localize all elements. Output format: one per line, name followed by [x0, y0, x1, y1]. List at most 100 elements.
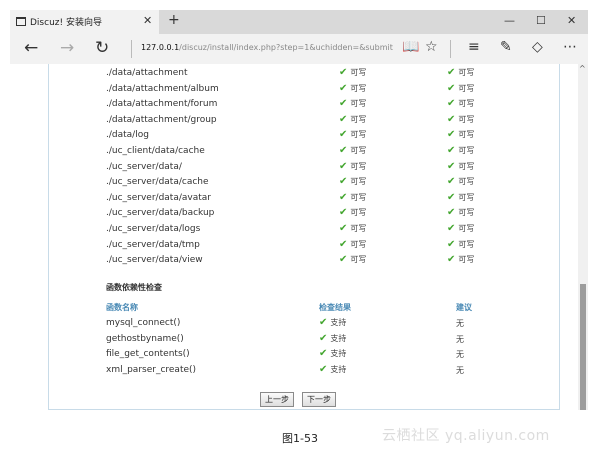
required-status-text: 可写 — [458, 177, 475, 187]
directory-path: ./uc_server/data/view — [106, 255, 203, 266]
check-icon: ✔ — [447, 207, 456, 219]
hub-icon[interactable]: ≡ — [468, 39, 480, 55]
current-status: ✔ 可写 — [339, 161, 366, 172]
check-icon: ✔ — [339, 82, 348, 94]
function-result-text: 支持 — [330, 364, 347, 374]
check-icon: ✔ — [339, 223, 348, 234]
share-icon[interactable]: ◇ — [532, 39, 543, 55]
check-icon: ✔ — [447, 238, 456, 250]
scroll-up-icon[interactable]: ^ — [579, 64, 586, 73]
directory-path: ./uc_server/data/tmp — [106, 239, 200, 250]
web-note-icon[interactable]: ✎ — [500, 39, 512, 55]
function-advice: 无 — [456, 319, 464, 328]
current-status: ✔ 可写 — [339, 176, 366, 187]
required-status-text: 可写 — [458, 239, 475, 249]
current-status-text: 可写 — [350, 68, 367, 77]
required-status-text: 可写 — [458, 208, 475, 218]
required-status: ✔ 可写 — [447, 239, 474, 250]
required-status: ✔ 可写 — [447, 192, 474, 203]
prev-step-button[interactable]: 上一步 — [260, 392, 294, 407]
function-name: xml_parser_create() — [106, 364, 197, 375]
check-icon: ✔ — [339, 191, 348, 203]
directory-path: ./data/log — [106, 130, 149, 141]
function-name: mysql_connect() — [106, 318, 181, 328]
check-icon: ✔ — [319, 332, 328, 344]
directory-path: ./data/attachment — [106, 68, 188, 78]
forward-arrow-icon[interactable]: → — [60, 38, 74, 58]
directory-row: ./uc_client/data/cache ✔ 可写 ✔ 可写 — [49, 145, 559, 160]
maximize-icon[interactable]: ☐ — [536, 14, 546, 27]
required-status-text: 可写 — [458, 224, 475, 233]
required-status: ✔ 可写 — [447, 129, 474, 140]
required-status: ✔ 可写 — [447, 67, 474, 78]
current-status: ✔ 可写 — [339, 207, 366, 218]
directory-row: ./uc_server/data/tmp ✔ 可写 ✔ 可写 — [49, 239, 559, 254]
directory-row: ./uc_server/data/avatar ✔ 可写 ✔ 可写 — [49, 192, 559, 207]
function-row: gethostbyname() ✔ 支持 无 — [49, 333, 559, 348]
current-status-text: 可写 — [350, 208, 367, 218]
tab-title: Discuz! 安装向导 — [30, 18, 102, 28]
check-icon: ✔ — [339, 254, 348, 266]
current-status: ✔ 可写 — [339, 114, 366, 125]
page-viewport: ./data/attachment ✔ 可写 ✔ 可写 ./data/attachment… — [10, 64, 588, 410]
toolbar-separator — [450, 40, 451, 58]
check-icon: ✔ — [447, 223, 456, 234]
favorite-star-icon[interactable]: ☆ — [425, 39, 438, 55]
required-status-text: 可写 — [458, 146, 475, 155]
check-icon: ✔ — [447, 160, 456, 172]
more-icon[interactable]: ⋯ — [563, 39, 577, 55]
current-status-text: 可写 — [350, 114, 367, 124]
scroll-thumb[interactable] — [580, 284, 586, 410]
directory-path: ./uc_server/data/cache — [106, 177, 209, 188]
function-advice: 无 — [456, 334, 464, 344]
directory-path: ./uc_server/data/ — [106, 161, 182, 172]
function-row: file_get_contents() ✔ 支持 无 — [49, 348, 559, 363]
directory-path: ./uc_server/data/backup — [106, 208, 215, 219]
current-status: ✔ 可写 — [339, 67, 366, 78]
function-result: ✔ 支持 — [319, 348, 346, 359]
directory-path: ./data/attachment/album — [106, 83, 219, 94]
check-icon: ✔ — [339, 160, 348, 172]
required-status-text: 可写 — [458, 99, 475, 109]
function-name: gethostbyname() — [106, 333, 184, 344]
tab-close-icon[interactable]: ✕ — [143, 14, 152, 27]
directory-row: ./data/attachment/group ✔ 可写 ✔ 可写 — [49, 114, 559, 129]
next-step-button[interactable]: 下一步 — [302, 392, 336, 407]
check-icon: ✔ — [319, 363, 328, 375]
window-close-icon[interactable]: ✕ — [567, 14, 576, 27]
current-status: ✔ 可写 — [339, 129, 366, 140]
current-status: ✔ 可写 — [339, 83, 366, 94]
current-status: ✔ 可写 — [339, 254, 366, 265]
directory-row: ./uc_server/data/cache ✔ 可写 ✔ 可写 — [49, 176, 559, 191]
required-status-text: 可写 — [458, 130, 475, 140]
function-result-text: 支持 — [330, 349, 347, 359]
check-icon: ✔ — [447, 113, 456, 125]
function-name: file_get_contents() — [106, 349, 190, 360]
function-advice: 无 — [456, 350, 464, 360]
required-status-text: 可写 — [458, 161, 475, 171]
check-icon: ✔ — [447, 98, 456, 110]
function-row: xml_parser_create() ✔ 支持 无 — [49, 364, 559, 379]
back-arrow-icon[interactable]: ← — [24, 38, 38, 58]
current-status: ✔ 可写 — [339, 239, 366, 250]
watermark: 云栖社区 yq.aliyun.com — [382, 428, 550, 444]
url-host: 127.0.0.1 — [141, 43, 180, 52]
address-input[interactable]: 127.0.0.1/discuz/install/index.php?step=… — [141, 43, 403, 52]
refresh-icon[interactable]: ↻ — [95, 38, 109, 58]
check-icon: ✔ — [339, 145, 348, 156]
minimize-icon[interactable]: — — [504, 14, 515, 27]
reading-view-icon[interactable]: 📖 — [402, 39, 419, 55]
directory-row: ./data/log ✔ 可写 ✔ 可写 — [49, 129, 559, 144]
function-name-header: 函数名称 — [106, 303, 138, 312]
required-status: ✔ 可写 — [447, 254, 474, 265]
check-icon: ✔ — [339, 98, 348, 110]
vertical-scrollbar[interactable]: ^ — [578, 64, 588, 410]
required-status-text: 可写 — [458, 192, 475, 202]
function-advice: 无 — [456, 365, 464, 375]
new-tab-icon[interactable]: + — [168, 12, 180, 28]
check-icon: ✔ — [447, 191, 456, 203]
browser-tab[interactable]: Discuz! 安装向导 ✕ — [10, 10, 159, 34]
check-icon: ✔ — [339, 176, 348, 188]
directory-row: ./data/attachment/forum ✔ 可写 ✔ 可写 — [49, 98, 559, 113]
function-result: ✔ 支持 — [319, 317, 346, 328]
